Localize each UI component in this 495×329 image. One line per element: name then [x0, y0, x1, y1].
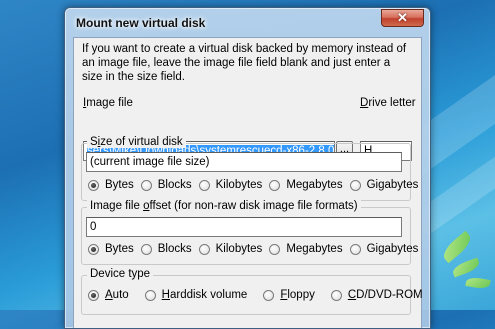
- radio-button-icon[interactable]: [144, 289, 156, 301]
- close-icon: ✕: [397, 10, 408, 25]
- device-type-radios: Auto Harddisk volume Floppy C D/DVD-ROM: [88, 289, 430, 301]
- leaf-decoration: [439, 230, 475, 264]
- radio-size-blocks[interactable]: Blocks: [140, 179, 192, 191]
- radio-button-icon[interactable]: [330, 289, 342, 301]
- size-group: Size of virtual disk (current image file…: [81, 136, 418, 201]
- radio-size-bytes[interactable]: Bytes: [88, 179, 134, 191]
- radio-button-icon[interactable]: [349, 243, 361, 255]
- radio-button-icon[interactable]: [198, 243, 210, 255]
- offset-unit-radios: Bytes Blocks Kilobytes Megabytes Gigabyt…: [88, 243, 425, 255]
- size-input[interactable]: (current image file size): [86, 152, 402, 172]
- radio-size-gigabytes[interactable]: Gigabytes: [349, 179, 418, 191]
- intro-text: If you want to create a virtual disk bac…: [82, 43, 407, 83]
- title-bar[interactable]: Mount new virtual disk ✕: [65, 8, 430, 36]
- radio-button-icon[interactable]: [269, 243, 281, 255]
- radio-button-icon[interactable]: [88, 243, 99, 255]
- size-group-title: Size of virtual disk: [87, 136, 186, 148]
- device-type-group: Device type Auto Harddisk volume Floppy …: [81, 268, 423, 315]
- radio-button-icon[interactable]: [349, 179, 361, 191]
- radio-device-harddisk[interactable]: Harddisk volume: [144, 289, 247, 301]
- radio-offset-kilobytes[interactable]: Kilobytes: [198, 243, 262, 255]
- radio-button-icon[interactable]: [88, 179, 99, 191]
- radio-button-icon[interactable]: [263, 289, 275, 301]
- size-unit-radios: Bytes Blocks Kilobytes Megabytes Gigabyt…: [88, 179, 425, 191]
- dialog-title: Mount new virtual disk: [76, 16, 206, 30]
- radio-size-megabytes[interactable]: Megabytes: [269, 179, 343, 191]
- radio-offset-megabytes[interactable]: Megabytes: [269, 243, 343, 255]
- offset-group-title: Image file offset (for non-raw disk imag…: [87, 200, 361, 212]
- drive-letter-label: Drive letter: [360, 97, 416, 109]
- radio-offset-blocks[interactable]: Blocks: [140, 243, 192, 255]
- radio-button-icon[interactable]: [140, 179, 152, 191]
- leaf-decoration: [450, 257, 482, 278]
- radio-offset-gigabytes[interactable]: Gigabytes: [349, 243, 418, 255]
- dialog-client-area: If you want to create a virtual disk bac…: [73, 37, 423, 328]
- radio-button-icon[interactable]: [88, 289, 99, 301]
- radio-size-kilobytes[interactable]: Kilobytes: [198, 179, 262, 191]
- image-file-label: Image file: [83, 97, 133, 109]
- radio-button-icon[interactable]: [140, 243, 152, 255]
- radio-device-cdrom[interactable]: C D/DVD-ROM: [330, 289, 423, 301]
- radio-button-icon[interactable]: [269, 179, 281, 191]
- radio-device-auto[interactable]: Auto: [88, 289, 129, 301]
- close-button[interactable]: ✕: [381, 9, 424, 27]
- offset-input[interactable]: 0: [86, 217, 402, 237]
- offset-group: Image file offset (for non-raw disk imag…: [81, 200, 418, 265]
- leaf-decoration: [465, 275, 491, 291]
- radio-button-icon[interactable]: [198, 179, 210, 191]
- device-type-title: Device type: [87, 268, 154, 280]
- radio-offset-bytes[interactable]: Bytes: [88, 243, 134, 255]
- mount-dialog-window: Mount new virtual disk ✕ If you want to …: [64, 7, 431, 329]
- radio-device-floppy[interactable]: Floppy: [263, 289, 315, 301]
